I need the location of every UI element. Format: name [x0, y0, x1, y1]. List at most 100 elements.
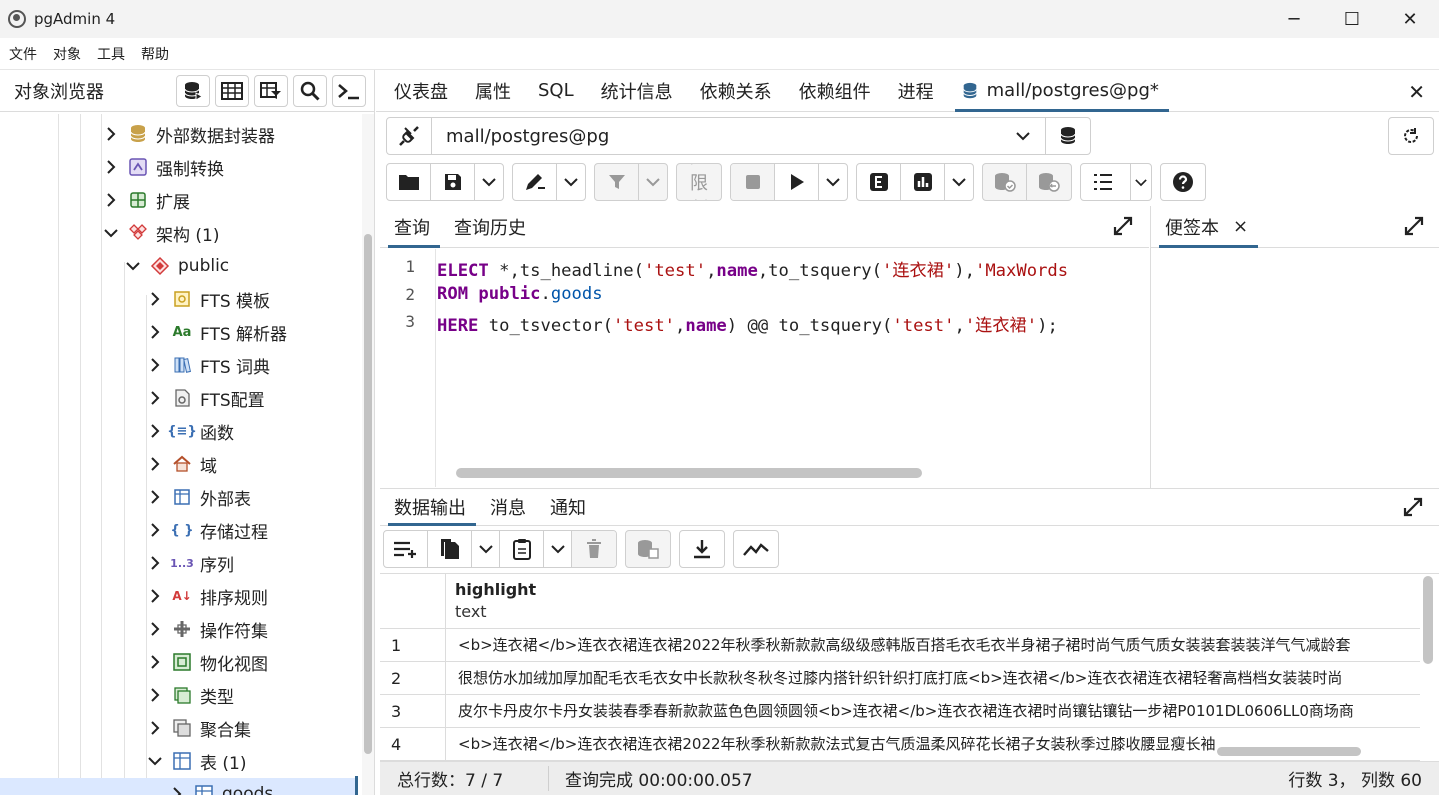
tab-scratch-pad[interactable]: 便签本 ×	[1158, 206, 1259, 248]
tree-item-casts[interactable]: 强制转换	[102, 151, 224, 183]
tab-properties[interactable]: 属性	[475, 70, 511, 111]
execute-button[interactable]	[775, 164, 819, 200]
explain-button[interactable]	[857, 164, 901, 200]
menu-tools[interactable]: 工具	[97, 44, 125, 64]
rollback-button[interactable]	[1027, 164, 1071, 200]
tab-query-tool[interactable]: mall/postgres@pg*	[954, 70, 1170, 112]
tree-item-foreign-tables[interactable]: 外部表	[146, 481, 251, 513]
close-window-button[interactable]: ✕	[1381, 0, 1439, 38]
tree-item-fts-templates[interactable]: FTS 模板	[146, 283, 270, 315]
tree-item-materialized-views[interactable]: 物化视图	[146, 646, 268, 678]
chevron-down-icon[interactable]	[102, 224, 120, 242]
tree-item-goods[interactable]: goods	[0, 778, 356, 795]
chevron-right-icon[interactable]	[146, 719, 164, 737]
delete-row-button[interactable]	[572, 531, 616, 567]
tree-item-operators[interactable]: 操作符集	[146, 613, 268, 645]
tree-item-sequences[interactable]: 1..3 序列	[146, 547, 234, 579]
cell-value[interactable]: 很想仿水加绒加厚加配毛衣毛衣女中长款秋冬秋冬过膝内搭针织针织打底打底<b>连衣裙…	[458, 662, 1418, 695]
code-area[interactable]: ELECT *,ts_headline('test',name,to_tsque…	[437, 249, 1149, 487]
expand-scratch-pad-button[interactable]	[1404, 216, 1424, 240]
table-row[interactable]: 1 <b>连衣裙</b>连衣衣裙连衣裙2022年秋季秋新款款高级级感韩版百搭毛衣…	[380, 629, 1420, 662]
commit-button[interactable]	[983, 164, 1027, 200]
tab-data-output[interactable]: 数据输出	[388, 489, 476, 526]
edit-button[interactable]	[513, 164, 557, 200]
row-number[interactable]: 1	[380, 629, 446, 662]
sql-editor[interactable]: 1 2 3 ELECT *,ts_headline('test',name,to…	[380, 249, 1149, 487]
search-objects-button[interactable]	[293, 74, 327, 107]
cell-value[interactable]: 皮尔卡丹皮尔卡丹女装装春季春新款款蓝色色圆领圆领<b>连衣裙</b>连衣衣裙连衣…	[458, 695, 1418, 728]
row-limit-select[interactable]: 无限制	[676, 163, 722, 201]
chevron-right-icon[interactable]	[146, 290, 164, 308]
editor-horizontal-scrollbar[interactable]	[456, 468, 922, 478]
table-row[interactable]: 2 很想仿水加绒加厚加配毛衣毛衣女中长款秋冬秋冬过膝内搭针织针织打底打底<b>连…	[380, 662, 1420, 695]
row-number[interactable]: 2	[380, 662, 446, 695]
chevron-right-icon[interactable]	[146, 488, 164, 506]
copy-button[interactable]	[428, 531, 472, 567]
chevron-down-icon[interactable]	[124, 257, 142, 275]
filter-button[interactable]	[595, 164, 639, 200]
tree-item-schemas[interactable]: 架构 (1)	[102, 217, 219, 249]
save-options-dropdown[interactable]	[475, 164, 503, 200]
maximize-button[interactable]: ☐	[1323, 0, 1381, 38]
grid-horizontal-scrollbar[interactable]	[1217, 747, 1361, 756]
table-row[interactable]: 3 皮尔卡丹皮尔卡丹女装装春季春新款款蓝色色圆领圆领<b>连衣裙</b>连衣衣裙…	[380, 695, 1420, 728]
filter-options-dropdown[interactable]	[639, 164, 667, 200]
tree-item-fts-dictionaries[interactable]: FTS 词典	[146, 349, 270, 381]
expand-editor-button[interactable]	[1113, 216, 1133, 240]
menu-help[interactable]: 帮助	[141, 44, 169, 64]
query-tool-button[interactable]	[176, 74, 210, 107]
chevron-down-icon[interactable]	[146, 752, 164, 770]
connection-status-button[interactable]	[387, 118, 431, 154]
chevron-right-icon[interactable]	[102, 191, 120, 209]
save-data-button[interactable]	[626, 531, 670, 567]
tree-item-functions[interactable]: {≡} 函数	[146, 415, 234, 447]
explain-analyze-button[interactable]	[901, 164, 945, 200]
chevron-right-icon[interactable]	[146, 653, 164, 671]
tab-sql[interactable]: SQL	[538, 70, 574, 111]
tree-item-fts-parsers[interactable]: Aa FTS 解析器	[146, 316, 287, 348]
tab-dependencies[interactable]: 依赖关系	[700, 70, 772, 111]
connection-value[interactable]: mall/postgres@pg	[432, 118, 1001, 154]
tree-item-public[interactable]: public	[124, 250, 229, 282]
tab-dependents[interactable]: 依赖组件	[799, 70, 871, 111]
save-file-button[interactable]	[431, 164, 475, 200]
tree-item-fdw[interactable]: 外部数据封装器	[102, 118, 275, 150]
execute-options-dropdown[interactable]	[819, 164, 847, 200]
tree-item-aggregates[interactable]: 聚合集	[146, 712, 251, 744]
tree-item-fts-configs[interactable]: FTS配置	[146, 382, 265, 414]
tab-query-history[interactable]: 查询历史	[454, 206, 526, 247]
tree-scrollbar-thumb[interactable]	[364, 234, 372, 754]
tab-query[interactable]: 查询	[388, 206, 440, 248]
menu-file[interactable]: 文件	[9, 44, 37, 64]
row-number[interactable]: 4	[380, 728, 446, 761]
tree-item-types[interactable]: 类型	[146, 679, 234, 711]
grid-vertical-scrollbar[interactable]	[1423, 576, 1433, 664]
view-data-button[interactable]	[215, 74, 249, 107]
macros-button[interactable]	[1081, 164, 1131, 200]
connection-selector[interactable]: mall/postgres@pg	[386, 117, 1091, 155]
tree-item-extensions[interactable]: 扩展	[102, 184, 190, 216]
row-number-header[interactable]	[380, 574, 446, 629]
row-limit-value[interactable]: 无限制	[677, 164, 721, 200]
chevron-right-icon[interactable]	[168, 785, 186, 795]
chevron-right-icon[interactable]	[102, 158, 120, 176]
column-name[interactable]: highlight	[455, 580, 536, 599]
macros-dropdown[interactable]	[1131, 164, 1151, 200]
paste-options-dropdown[interactable]	[544, 531, 572, 567]
tab-processes[interactable]: 进程	[898, 70, 934, 111]
connection-dropdown[interactable]	[1001, 118, 1045, 154]
tab-statistics[interactable]: 统计信息	[601, 70, 673, 111]
tree-item-tables[interactable]: 表 (1)	[146, 745, 246, 777]
cell-value[interactable]: <b>连衣裙</b>连衣衣裙连衣裙2022年秋季秋新款款高级级感韩版百搭毛衣毛衣…	[458, 629, 1418, 662]
psql-tool-button[interactable]	[332, 74, 366, 107]
minimize-button[interactable]: ─	[1265, 0, 1323, 38]
menu-object[interactable]: 对象	[53, 44, 81, 64]
chevron-right-icon[interactable]	[146, 422, 164, 440]
expand-output-button[interactable]	[1403, 497, 1423, 521]
tree-item-domains[interactable]: 域	[146, 448, 217, 480]
edit-options-dropdown[interactable]	[557, 164, 585, 200]
stop-button[interactable]	[731, 164, 775, 200]
add-row-button[interactable]	[384, 531, 428, 567]
table-row[interactable]: 4 <b>连衣裙</b>连衣衣裙连衣裙2022年秋季秋新款款法式复古气质温柔风碎…	[380, 728, 1420, 761]
open-file-button[interactable]	[387, 164, 431, 200]
